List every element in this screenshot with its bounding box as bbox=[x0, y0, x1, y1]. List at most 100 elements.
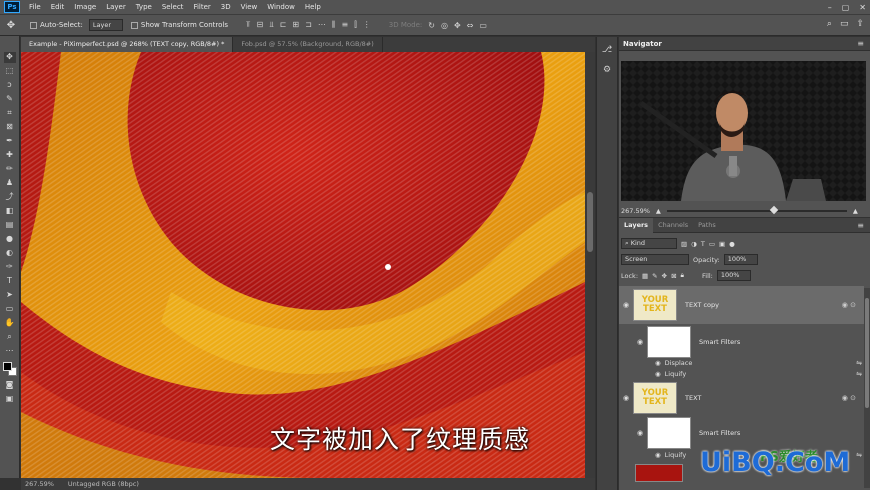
brush-icon[interactable]: ✏ bbox=[4, 164, 16, 175]
filter-type-icon[interactable]: T bbox=[701, 240, 705, 248]
smart-filters-eye-icon[interactable]: ◉ bbox=[633, 338, 647, 346]
3d-roll-icon[interactable]: ◎ bbox=[441, 21, 448, 30]
liquify-eye-icon[interactable]: ◉ bbox=[655, 370, 661, 378]
3d-pan-icon[interactable]: ✥ bbox=[454, 21, 461, 30]
menu-window[interactable]: Window bbox=[262, 0, 300, 14]
filter-liquify-1[interactable]: ◉ Liquify bbox=[655, 370, 686, 378]
filter-displace[interactable]: ◉ Displace bbox=[655, 359, 692, 367]
align-bottom-icon[interactable]: ⫫ bbox=[269, 20, 274, 30]
menu-image[interactable]: Image bbox=[69, 0, 101, 14]
move-icon[interactable]: ✥ bbox=[3, 52, 16, 63]
background-layer-thumbnail[interactable] bbox=[635, 464, 683, 482]
smart-filters-eye-icon[interactable]: ◉ bbox=[633, 429, 647, 437]
canvas-scroll-thumb[interactable] bbox=[587, 192, 593, 252]
layers-menu-icon[interactable]: ≡ bbox=[857, 221, 864, 230]
smart-object-icon[interactable]: ◉ ⊙ bbox=[842, 301, 856, 309]
minimize-icon[interactable]: – bbox=[828, 3, 832, 12]
path-select-icon[interactable]: ➤ bbox=[4, 290, 16, 301]
search-icon[interactable]: ⌕ bbox=[827, 19, 832, 29]
align-left-icon[interactable]: ⊏ bbox=[280, 20, 287, 30]
close-icon[interactable]: ✕ bbox=[859, 3, 866, 12]
more-tools-icon[interactable]: ⋯ bbox=[4, 346, 16, 357]
eyedropper-icon[interactable]: ✒ bbox=[4, 136, 16, 147]
blend-mode-dropdown[interactable]: Screen bbox=[621, 254, 689, 265]
displace-eye-icon[interactable]: ◉ bbox=[655, 359, 661, 367]
navigator-zoom[interactable]: 267.59% bbox=[621, 207, 650, 215]
dodge-icon[interactable]: ◐ bbox=[4, 248, 16, 259]
quick-select-icon[interactable]: ✎ bbox=[4, 94, 16, 105]
share-icon[interactable]: ⇪ bbox=[856, 19, 864, 29]
navigator-tab[interactable]: Navigator bbox=[623, 40, 662, 48]
3d-orbit-icon[interactable]: ↻ bbox=[428, 21, 435, 30]
transform-controls-checkbox[interactable] bbox=[130, 21, 138, 29]
layers-scrollbar[interactable] bbox=[864, 288, 870, 488]
menu-3d[interactable]: 3D bbox=[216, 0, 236, 14]
tab-paths[interactable]: Paths bbox=[693, 218, 721, 233]
align-center-icon[interactable]: ⊞ bbox=[292, 20, 299, 30]
menu-layer[interactable]: Layer bbox=[101, 0, 131, 14]
smart-filters-row[interactable]: ◉ Smart Filters bbox=[619, 324, 864, 360]
marquee-icon[interactable]: ⬚ bbox=[4, 66, 16, 77]
panel-menu-icon[interactable]: ≡ bbox=[857, 39, 864, 48]
distribute-v-icon[interactable]: ≡ bbox=[342, 20, 349, 30]
gradient-icon[interactable]: ▤ bbox=[4, 220, 16, 231]
zoom-icon[interactable]: ⌕ bbox=[4, 332, 16, 343]
opacity-field[interactable]: 100% bbox=[723, 254, 758, 265]
status-zoom[interactable]: 267.59% bbox=[25, 480, 54, 488]
liquify-eye-icon[interactable]: ◉ bbox=[655, 451, 661, 459]
distribute-gap-icon[interactable]: ⫿ bbox=[354, 20, 357, 30]
hand-icon[interactable]: ✋ bbox=[4, 318, 16, 329]
menu-file[interactable]: File bbox=[24, 0, 46, 14]
filter-smart-icon[interactable]: ▣ bbox=[719, 240, 725, 248]
auto-select-dropdown[interactable]: Layer bbox=[88, 19, 123, 31]
history-panel-icon[interactable]: ⎇ bbox=[602, 45, 612, 55]
filter-liquify-2[interactable]: ◉ Liquify bbox=[655, 451, 686, 459]
smart-filters-row[interactable]: ◉ Smart Filters bbox=[619, 416, 864, 450]
3d-scale-icon[interactable]: ▭ bbox=[479, 21, 487, 30]
lock-move-icon[interactable]: ✥ bbox=[662, 272, 667, 280]
menu-select[interactable]: Select bbox=[157, 0, 189, 14]
layer-name[interactable]: TEXT copy bbox=[685, 301, 719, 309]
filter-toggle-icon[interactable]: ● bbox=[729, 240, 735, 248]
canvas[interactable] bbox=[21, 52, 585, 478]
visibility-eye-icon[interactable]: ◉ bbox=[619, 301, 633, 309]
eraser-icon[interactable]: ◧ bbox=[4, 206, 16, 217]
zoom-slider-thumb[interactable] bbox=[770, 205, 779, 214]
quick-mask-icon[interactable]: ◙ bbox=[4, 380, 16, 391]
auto-select-checkbox[interactable] bbox=[30, 21, 37, 29]
navigator-preview[interactable] bbox=[621, 61, 866, 201]
move-tool-icon[interactable]: ✥ bbox=[0, 20, 22, 31]
filter-adjust-icon[interactable]: ◑ bbox=[691, 240, 697, 248]
more-align-icon[interactable]: ⋮ bbox=[363, 20, 371, 30]
visibility-eye-icon[interactable]: ◉ bbox=[619, 394, 633, 402]
canvas-scrollbar[interactable] bbox=[585, 52, 595, 478]
lock-all-icon[interactable]: 🔒︎ bbox=[681, 271, 684, 280]
frame-icon[interactable]: ⊠ bbox=[4, 122, 16, 133]
layer-name[interactable]: TEXT bbox=[685, 394, 701, 402]
adjustments-panel-icon[interactable]: ⚙ bbox=[603, 65, 611, 75]
filter-pixel-icon[interactable]: ▨ bbox=[681, 240, 687, 248]
menu-edit[interactable]: Edit bbox=[46, 0, 70, 14]
healing-icon[interactable]: ✚ bbox=[4, 150, 16, 161]
3d-slide-icon[interactable]: ⇔ bbox=[467, 21, 474, 30]
distribute-h-icon[interactable]: ⫼ bbox=[332, 20, 336, 30]
maximize-icon[interactable]: ▢ bbox=[842, 3, 850, 12]
lock-pixels-icon[interactable]: ▦ bbox=[642, 272, 648, 280]
history-brush-icon[interactable]: ⤴ bbox=[4, 192, 16, 203]
filter-kind-dropdown[interactable]: ⌕ Kind bbox=[621, 238, 677, 249]
distribute-icon[interactable]: ⋯ bbox=[318, 20, 326, 30]
align-middle-icon[interactable]: ⊟ bbox=[257, 20, 264, 30]
menu-type[interactable]: Type bbox=[131, 0, 157, 14]
liquify-options-icon[interactable]: ⇋ bbox=[856, 370, 862, 378]
color-swatches[interactable] bbox=[2, 362, 17, 376]
lock-artboard-icon[interactable]: ⊠ bbox=[671, 272, 676, 280]
layers-scroll-thumb[interactable] bbox=[865, 298, 869, 408]
screen-mode-icon[interactable]: ▣ bbox=[4, 394, 16, 405]
workspace-icon[interactable]: ▭ bbox=[840, 19, 849, 29]
foreground-color[interactable] bbox=[2, 362, 12, 371]
menu-view[interactable]: View bbox=[236, 0, 263, 14]
document-tab-example[interactable]: Example - PiXimperfect.psd @ 268% (TEXT … bbox=[21, 37, 234, 52]
menu-filter[interactable]: Filter bbox=[188, 0, 215, 14]
crop-icon[interactable]: ⌗ bbox=[4, 108, 16, 119]
zoom-in-icon[interactable]: ▲ bbox=[853, 207, 858, 215]
